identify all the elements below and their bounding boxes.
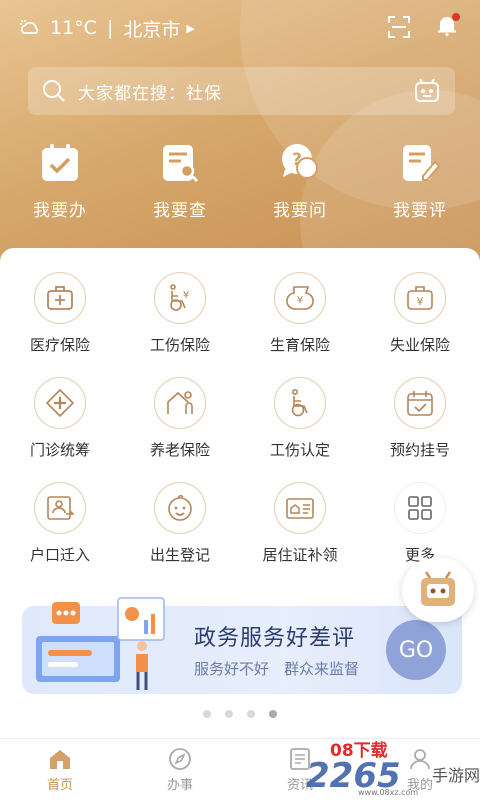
quick-action-handle[interactable]: 我要办 <box>0 142 120 221</box>
search-bar[interactable]: 大家都在搜：社保 <box>28 67 455 115</box>
notification-badge <box>452 13 460 21</box>
svg-text:¥: ¥ <box>417 295 424 308</box>
svg-text:¥: ¥ <box>297 295 303 306</box>
service-appointment-registration[interactable]: 预约挂号 <box>360 377 480 460</box>
service-household-transfer[interactable]: 户口迁入 <box>0 482 120 565</box>
cloudy-sun-icon <box>20 19 39 34</box>
divider: | <box>106 17 114 39</box>
quick-action-query[interactable]: 我要查 <box>120 142 240 221</box>
service-residence-permit-reissue[interactable]: 居住证补领 <box>240 482 360 565</box>
search-hint: 大家都在搜：社保 <box>78 83 222 104</box>
briefcase-yuan-icon: ¥ <box>394 272 446 324</box>
service-label: 预约挂号 <box>389 441 450 459</box>
tab-services[interactable]: 办事 <box>120 739 240 800</box>
go-button[interactable]: GO <box>386 620 446 680</box>
carousel-indicator <box>0 710 480 718</box>
document-search-icon <box>163 145 199 183</box>
service-label: 工伤认定 <box>269 441 330 459</box>
clinic-cross-icon <box>34 377 86 429</box>
evaluation-banner[interactable]: 政务服务好差评 服务好不好 群众来监督 GO <box>22 597 462 694</box>
calendar-check-icon <box>42 144 78 181</box>
quick-actions: 我要办 我要查 ? 我要问 我要评 <box>0 142 480 221</box>
tab-home[interactable]: 首页 <box>0 739 120 800</box>
carousel-dot[interactable] <box>225 710 233 718</box>
scan-icon[interactable] <box>388 16 410 38</box>
tab-label: 办事 <box>166 778 193 793</box>
service-work-injury-insurance[interactable]: ¥ 工伤保险 <box>120 272 240 355</box>
service-label: 养老保险 <box>149 441 210 459</box>
service-work-injury-certification[interactable]: 工伤认定 <box>240 377 360 460</box>
id-card-transfer-icon <box>34 482 86 534</box>
robot-icon <box>421 571 455 606</box>
wheelchair-icon <box>274 377 326 429</box>
service-label: 失业保险 <box>389 336 450 354</box>
service-grid: 医疗保险 ¥ 工伤保险 ¥ 生育保险 ¥ 失业保险 门诊统筹 养老保险 工伤认定… <box>0 272 480 565</box>
banner-title: 政务服务好差评 <box>194 626 356 651</box>
service-label: 门诊统筹 <box>29 441 90 459</box>
carousel-dot[interactable] <box>247 710 255 718</box>
grid-more-icon <box>394 482 446 534</box>
svg-text:?: ? <box>292 150 302 170</box>
assistant-robot-button[interactable] <box>402 558 474 622</box>
quick-action-ask[interactable]: ? 我要问 <box>240 142 360 221</box>
compass-icon <box>169 748 191 770</box>
carousel-dot[interactable] <box>203 710 211 718</box>
service-unemployment-insurance[interactable]: ¥ 失业保险 <box>360 272 480 355</box>
triangle-right-icon: ▶ <box>186 21 195 35</box>
service-pension-insurance[interactable]: 养老保险 <box>120 377 240 460</box>
user-icon <box>410 749 430 770</box>
service-label: 户口迁入 <box>29 546 90 564</box>
header-background <box>0 0 480 280</box>
svg-text:¥: ¥ <box>183 290 189 301</box>
service-label: 工伤保险 <box>149 336 210 354</box>
residence-card-icon <box>274 482 326 534</box>
service-more[interactable]: 更多 <box>360 482 480 565</box>
document-edit-icon <box>403 145 441 181</box>
quick-action-label: 我要办 <box>33 201 87 221</box>
service-review-illustration <box>36 597 165 690</box>
weather-temperature: 11°C <box>50 17 97 39</box>
service-label: 居住证补领 <box>262 546 338 564</box>
service-maternity-insurance[interactable]: ¥ 生育保险 <box>240 272 360 355</box>
watermark-suffix: 手游网 <box>432 766 480 785</box>
weather-location-bar[interactable]: 11°C | 北京市 ▶ <box>18 14 195 42</box>
carousel-dot-active[interactable] <box>269 710 277 718</box>
calendar-check-icon <box>394 377 446 429</box>
service-label: 生育保险 <box>269 336 330 354</box>
tab-label: 首页 <box>46 778 73 793</box>
medical-kit-icon <box>34 272 86 324</box>
service-label: 出生登记 <box>149 546 210 564</box>
banner-subtitle: 服务好不好 群众来监督 <box>194 660 360 678</box>
quick-action-label: 我要问 <box>273 201 327 221</box>
service-birth-registration[interactable]: 出生登记 <box>120 482 240 565</box>
robot-icon[interactable] <box>413 78 441 104</box>
city-label[interactable]: 北京市 <box>123 15 180 42</box>
notification-button[interactable] <box>436 13 460 40</box>
service-medical-insurance[interactable]: 医疗保险 <box>0 272 120 355</box>
wheelchair-yuan-icon: ¥ <box>154 272 206 324</box>
elderly-home-icon <box>154 377 206 429</box>
search-icon <box>43 80 65 102</box>
service-label: 医疗保险 <box>29 336 90 354</box>
quick-action-label: 我要评 <box>393 201 447 221</box>
baby-face-icon <box>154 482 206 534</box>
question-bubble-icon: ? <box>282 144 318 179</box>
quick-action-review[interactable]: 我要评 <box>360 142 480 221</box>
home-icon <box>50 750 70 769</box>
service-outpatient-pooling[interactable]: 门诊统筹 <box>0 377 120 460</box>
maternity-yuan-icon: ¥ <box>274 272 326 324</box>
quick-action-label: 我要查 <box>153 201 207 221</box>
watermark-url: www.08xz.com <box>358 788 419 797</box>
